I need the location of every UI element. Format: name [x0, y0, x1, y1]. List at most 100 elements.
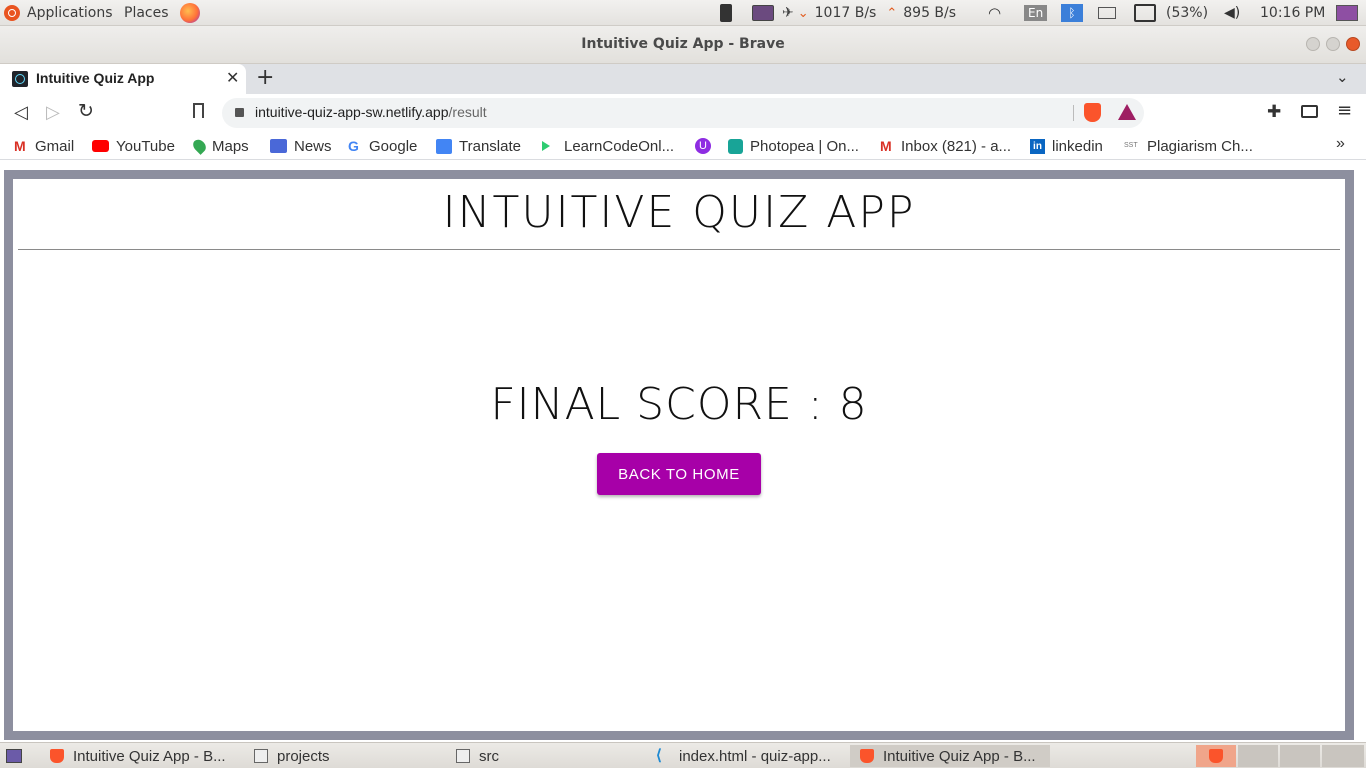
bookmark-photopea[interactable]: Photopea | On... [728, 136, 859, 156]
bookmark-label: Photopea | On... [750, 137, 859, 155]
places-label: Places [124, 5, 169, 21]
workspace-3[interactable] [1280, 745, 1320, 767]
top-panel: Applications Places ✈ ⌄ 1017 B/s ⌃ 895 B… [0, 0, 1366, 26]
bookmark-maps[interactable]: Maps [190, 136, 249, 156]
close-window-button[interactable] [1346, 37, 1360, 51]
pin-icon: ✈ [782, 5, 794, 21]
back-button[interactable]: ◁ [14, 102, 28, 123]
url-text: intuitive-quiz-app-sw.netlify.app/result [255, 104, 487, 120]
new-tab-button[interactable]: + [256, 65, 274, 90]
clock-text: 10:16 PM [1260, 5, 1326, 21]
bluetooth-icon: ᛒ [1061, 4, 1083, 22]
bookmark-icon[interactable] [193, 103, 204, 118]
minimize-button[interactable] [1306, 37, 1320, 51]
forward-button[interactable]: ▷ [46, 102, 60, 123]
menu-icon[interactable]: ≡ [1337, 100, 1352, 121]
quiz-app-container: INTUITIVE QUIZ APP FINAL SCORE : 8 BACK … [4, 170, 1354, 740]
sst-icon: SST [1124, 142, 1138, 149]
tab-close-icon[interactable]: ✕ [226, 68, 239, 87]
task-vscode[interactable]: ⟨ index.html - quiz-app... [656, 745, 838, 767]
google-icon: G [348, 138, 359, 154]
tray-bluetooth[interactable]: ᛒ [1061, 0, 1083, 26]
tray-mail[interactable] [1098, 0, 1116, 26]
bookmark-u[interactable]: U [695, 136, 711, 156]
tray-network-speed[interactable]: ✈ ⌄ 1017 B/s ⌃ 895 B/s [782, 0, 956, 26]
bookmark-label: Maps [212, 137, 249, 155]
workspace-1[interactable] [1196, 745, 1236, 767]
folder-window-icon [254, 749, 268, 763]
task-brave-2[interactable]: Intuitive Quiz App - B... [850, 745, 1050, 767]
extensions-icon[interactable]: ✚ [1267, 102, 1281, 122]
brave-icon [1209, 749, 1223, 763]
task-label: Intuitive Quiz App - B... [883, 747, 1036, 765]
tray-screenshot[interactable] [752, 0, 774, 26]
wallet-icon[interactable] [1301, 105, 1318, 118]
task-label: projects [277, 747, 330, 765]
task-projects[interactable]: projects [254, 745, 434, 767]
task-brave-1[interactable]: Intuitive Quiz App - B... [50, 745, 236, 767]
bookmark-learncodeonline[interactable]: LearnCodeOnl... [542, 136, 674, 156]
maximize-button[interactable] [1326, 37, 1340, 51]
bookmark-label: linkedin [1052, 137, 1103, 155]
tray-user[interactable] [1336, 0, 1358, 26]
bookmark-youtube[interactable]: YouTube [92, 136, 175, 156]
bookmark-label: Translate [459, 137, 521, 155]
show-desktop-button[interactable] [6, 745, 31, 767]
photopea-icon [728, 138, 743, 154]
wifi-icon: ◠ [988, 4, 1002, 22]
reload-button[interactable]: ↻ [78, 100, 94, 122]
bookmark-news[interactable]: News [270, 136, 332, 156]
applications-menu[interactable]: Applications [4, 0, 113, 26]
final-score-text: FINAL SCORE : 8 [490, 379, 868, 430]
mail-icon [1098, 7, 1116, 19]
workspace-4[interactable] [1322, 745, 1364, 767]
tray-wifi[interactable]: ◠ [988, 0, 1001, 26]
tab-list-chevron-icon[interactable]: ⌄ [1336, 68, 1349, 86]
bookmark-plagiarism-checker[interactable]: SST Plagiarism Ch... [1124, 136, 1253, 156]
more-bookmarks-chevron-icon[interactable]: » [1336, 135, 1345, 153]
window-title-bar[interactable]: Intuitive Quiz App - Brave [0, 26, 1366, 64]
applications-label: Applications [27, 5, 113, 21]
firefox-launcher[interactable] [180, 0, 200, 26]
bookmark-label: News [294, 137, 332, 155]
bookmark-google[interactable]: G Google [348, 136, 417, 156]
bookmark-linkedin[interactable]: in linkedin [1030, 136, 1103, 156]
bookmark-label: LearnCodeOnl... [564, 137, 675, 155]
tray-phone[interactable] [720, 0, 732, 26]
ubuntu-logo-icon [4, 5, 20, 21]
download-arrow-icon: ⌄ [797, 5, 809, 21]
url-host: intuitive-quiz-app-sw.netlify.app [255, 104, 449, 120]
tab-intuitive-quiz-app[interactable]: Intuitive Quiz App ✕ [0, 64, 246, 94]
workspace-2[interactable] [1238, 745, 1278, 767]
brave-shields-icon[interactable] [1084, 103, 1101, 122]
bookmark-translate[interactable]: Translate [436, 136, 521, 156]
net-up-speed: 895 B/s [903, 5, 957, 21]
back-to-home-button[interactable]: BACK TO HOME [597, 453, 761, 495]
lock-icon [235, 108, 244, 117]
task-src[interactable]: src [456, 745, 636, 767]
brave-icon [860, 749, 874, 763]
tray-keyboard[interactable]: En [1024, 0, 1048, 26]
url-path: /result [448, 104, 487, 120]
volume-icon: ◀) [1224, 5, 1241, 21]
bookmark-inbox[interactable]: M Inbox (821) - a... [880, 136, 1011, 156]
bookmark-label: YouTube [116, 137, 175, 155]
address-bar[interactable]: intuitive-quiz-app-sw.netlify.app/result [222, 98, 1144, 128]
desktop-icon [6, 749, 22, 763]
places-menu[interactable]: Places [124, 0, 169, 26]
tray-battery[interactable]: (53%) [1134, 0, 1208, 26]
app-title: INTUITIVE QUIZ APP [442, 187, 916, 238]
clock[interactable]: 10:16 PM [1260, 0, 1325, 26]
net-down-speed: 1017 B/s [814, 5, 877, 21]
bookmark-label: Google [369, 137, 418, 155]
translate-icon [436, 138, 452, 154]
u-icon: U [695, 138, 711, 154]
maps-icon [190, 137, 209, 155]
brave-rewards-icon[interactable] [1118, 104, 1136, 120]
upload-arrow-icon: ⌃ [886, 5, 898, 21]
screen-recorder-icon [752, 5, 774, 21]
linkedin-icon: in [1030, 138, 1045, 154]
bookmark-gmail[interactable]: M Gmail [14, 136, 74, 156]
tray-volume[interactable]: ◀) [1224, 0, 1240, 26]
title-divider [18, 249, 1340, 250]
